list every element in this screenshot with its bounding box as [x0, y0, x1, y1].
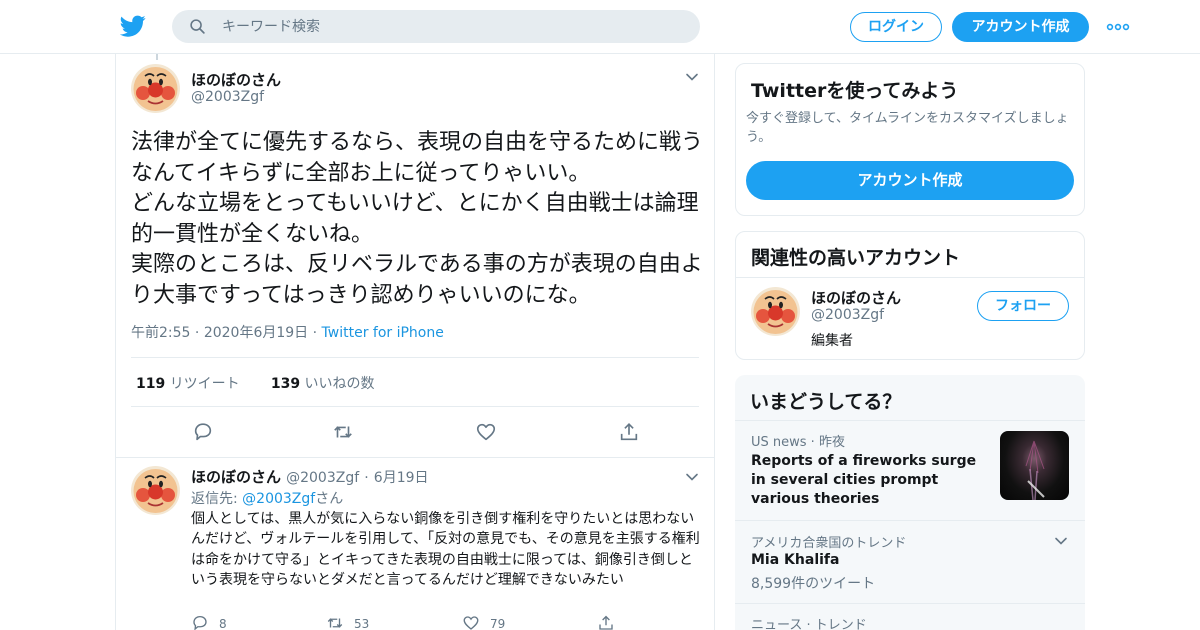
trend-title: Mia Khalifa	[751, 552, 840, 568]
divider	[735, 420, 1085, 421]
retweet-icon[interactable]	[332, 421, 354, 443]
trend-tweet-count: 8,599件のツイート	[751, 576, 876, 592]
reply-author-name[interactable]: ほのぼのさん	[191, 468, 281, 486]
chevron-down-icon[interactable]	[684, 69, 700, 85]
thread-connector	[156, 54, 158, 60]
tweet-column: ほのぼのさん @2003Zgf 法律が全てに優先するなら、表現の自由を守るために…	[115, 54, 715, 630]
avatar-image	[751, 287, 800, 336]
tweet-stats: 119 リツイート 139 いいねの数	[136, 373, 375, 393]
reply-suffix: さん	[315, 491, 344, 507]
meta-separator: ·	[194, 325, 204, 341]
reply-like-action[interactable]: 79	[462, 614, 505, 630]
related-accounts-card: 関連性の高いアカウント ほのぼのさん @2003Zgf 編集者 フォロー	[735, 231, 1085, 360]
chevron-down-icon[interactable]	[1053, 533, 1069, 549]
fireworks-image	[1025, 440, 1045, 500]
retweet-label: リツイート	[169, 376, 240, 392]
reply-icon[interactable]	[192, 421, 214, 443]
divider	[131, 406, 699, 407]
meta-separator: ·	[312, 325, 322, 341]
retweet-count: 119	[136, 376, 166, 392]
share-icon[interactable]	[618, 421, 640, 443]
divider	[735, 520, 1085, 521]
retweet-icon	[327, 618, 343, 628]
reply-author-handle[interactable]: @2003Zgf	[286, 470, 359, 486]
divider	[131, 357, 699, 358]
reply-reply-action[interactable]: 8	[191, 614, 227, 630]
tweet-date[interactable]: 2020年6月19日	[204, 325, 308, 341]
related-account-name[interactable]: ほのぼのさん	[811, 287, 901, 308]
signup-button[interactable]: アカウント作成	[952, 12, 1089, 42]
trends-card: いまどうしてる？ US news · 昨夜 Reports of a firew…	[735, 375, 1085, 630]
top-navigation-bar: ログイン アカウント作成	[0, 0, 1200, 54]
like-icon	[463, 616, 479, 630]
login-button[interactable]: ログイン	[850, 12, 942, 42]
reply-header: ほのぼのさん @2003Zgf · 6月19日	[191, 466, 429, 487]
signup-promo-card: Twitterを使ってみよう 今すぐ登録して、タイムラインをカスタマイズしましょ…	[735, 63, 1085, 216]
like-count: 139	[270, 376, 301, 392]
related-account-bio: 編集者	[811, 333, 853, 349]
trend-meta: アメリカ合衆国のトレンド	[751, 536, 907, 551]
author-handle[interactable]: @2003Zgf	[191, 89, 264, 105]
related-account-handle[interactable]: @2003Zgf	[811, 307, 884, 323]
share-icon	[599, 615, 613, 630]
reply-to-link[interactable]: @2003Zgf	[242, 491, 315, 507]
tweet-source-link[interactable]: Twitter for iPhone	[322, 325, 444, 341]
reply-prefix: 返信先:	[191, 491, 238, 507]
meta-separator: ·	[364, 470, 369, 486]
divider	[735, 603, 1085, 604]
reply-context: 返信先: @2003Zgfさん	[191, 488, 343, 508]
reply-icon	[193, 615, 207, 630]
trend-meta: US news · 昨夜	[751, 435, 845, 450]
reply-retweet-count: 53	[354, 617, 370, 630]
like-icon[interactable]	[475, 421, 497, 443]
avatar-image	[131, 64, 180, 113]
trend-meta: ニュース · トレンド	[751, 618, 867, 630]
search-icon	[190, 19, 205, 34]
follow-button[interactable]: フォロー	[977, 291, 1069, 321]
avatar[interactable]	[131, 64, 180, 113]
reply-count: 8	[219, 617, 227, 630]
reply-share-action[interactable]	[597, 614, 625, 630]
reply-text: 個人としては、黒人が気に入らない銅像を引き倒す権利を守りたいとは思わないんだけど…	[191, 511, 700, 588]
twitter-bird-icon[interactable]	[120, 13, 146, 39]
avatar[interactable]	[751, 287, 800, 336]
trend-thumbnail	[1000, 431, 1069, 500]
chevron-down-icon[interactable]	[684, 469, 700, 485]
avatar-image	[131, 466, 180, 515]
search-input[interactable]	[222, 10, 682, 43]
divider	[116, 457, 714, 458]
trends-title: いまどうしてる？	[750, 391, 902, 413]
reply-like-count: 79	[490, 617, 506, 630]
promo-title: Twitterを使ってみよう	[751, 80, 959, 102]
reply-date[interactable]: 6月19日	[374, 470, 429, 486]
related-title: 関連性の高いアカウント	[751, 247, 961, 269]
like-label: いいねの数	[304, 376, 375, 392]
trend-title: Reports of a fireworks surge in several …	[751, 453, 977, 507]
like-stat[interactable]: 139 いいねの数	[271, 376, 375, 392]
reply-retweet-action[interactable]: 53	[326, 614, 369, 630]
divider	[736, 277, 1084, 278]
promo-signup-button[interactable]: アカウント作成	[746, 161, 1074, 200]
author-name[interactable]: ほのぼのさん	[191, 69, 281, 90]
more-dots-icon[interactable]	[1106, 17, 1130, 37]
retweet-stat[interactable]: 119 リツイート	[136, 376, 240, 392]
tweet-timestamp: 午前2:55 · 2020年6月19日 · Twitter for iPhone	[131, 322, 444, 342]
promo-subtitle: 今すぐ登録して、タイムラインをカスタマイズしましょう。	[746, 111, 1069, 145]
tweet-text: 法律が全てに優先するなら、表現の自由を守るために戦うなんてイキらずに全部お上に従…	[131, 130, 704, 308]
search-box[interactable]	[172, 10, 700, 43]
avatar[interactable]	[131, 466, 180, 515]
tweet-time[interactable]: 午前2:55	[131, 325, 190, 341]
